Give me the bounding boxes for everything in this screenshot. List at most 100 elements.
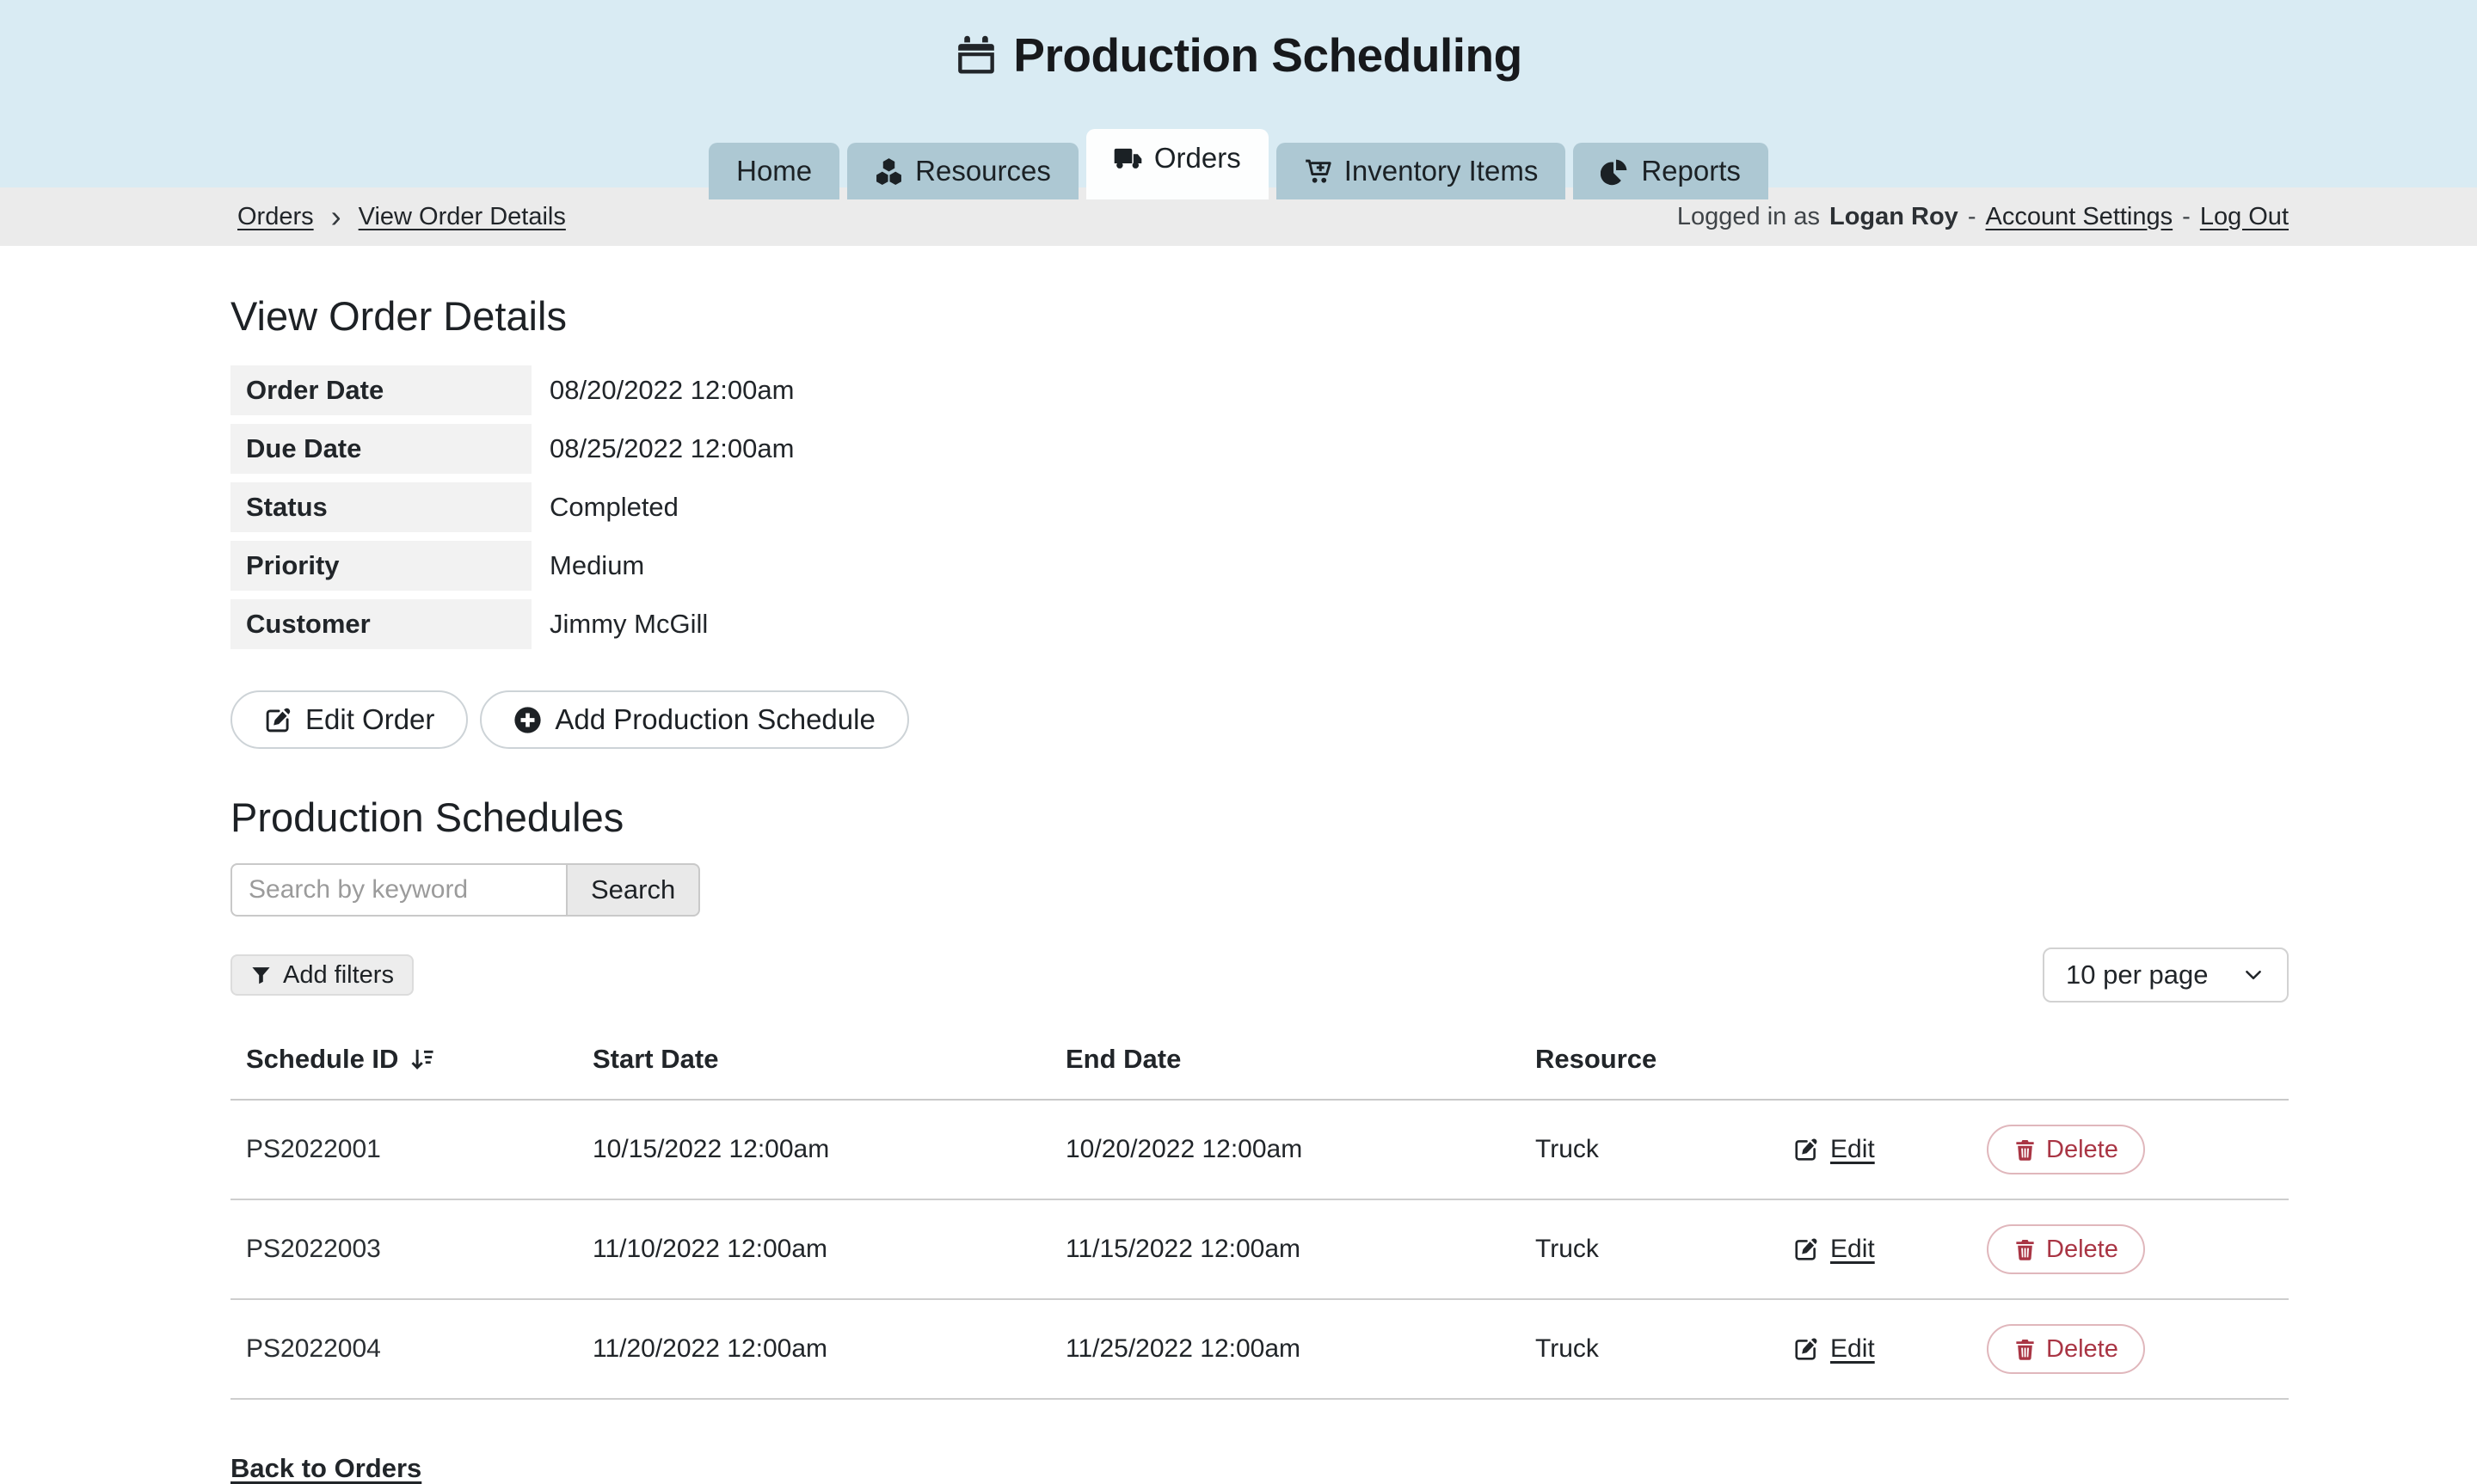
separator-dash: -: [2182, 203, 2191, 231]
per-page-value: 10 per page: [2066, 960, 2208, 990]
filter-icon: [250, 965, 272, 986]
cell-edit: Edit: [1793, 1235, 1987, 1264]
cell-start-date: 10/15/2022 12:00am: [593, 1135, 1066, 1164]
per-page-select[interactable]: 10 per page: [2043, 947, 2289, 1003]
edit-icon: [1793, 1236, 1819, 1262]
chevron-right-icon: ›: [331, 201, 341, 232]
cart-plus-icon: [1304, 157, 1332, 186]
session-info: Logged in as Logan Roy - Account Setting…: [1677, 203, 2289, 231]
delete-label: Delete: [2046, 1236, 2118, 1264]
tab-label: Home: [736, 155, 812, 187]
breadcrumb-current-link[interactable]: View Order Details: [359, 203, 566, 231]
tab-home[interactable]: Home: [709, 143, 839, 199]
tab-label: Resources: [915, 155, 1051, 187]
cell-schedule-id: PS2022004: [230, 1334, 593, 1364]
cell-end-date: 10/20/2022 12:00am: [1066, 1135, 1535, 1164]
trash-icon: [2013, 1338, 2037, 1361]
table-row-ps2022001: PS202200110/15/2022 12:00am10/20/2022 12…: [230, 1101, 2289, 1200]
tab-reports[interactable]: Reports: [1573, 143, 1768, 199]
detail-row-priority: PriorityMedium: [230, 541, 2289, 591]
tab-label: Inventory Items: [1344, 155, 1539, 187]
detail-value: Completed: [532, 482, 679, 532]
add-filters-label: Add filters: [283, 961, 394, 990]
detail-row-due-date: Due Date08/25/2022 12:00am: [230, 424, 2289, 474]
detail-row-order-date: Order Date08/20/2022 12:00am: [230, 365, 2289, 415]
edit-icon: [1793, 1336, 1819, 1362]
cell-end-date: 11/15/2022 12:00am: [1066, 1235, 1535, 1264]
edit-link[interactable]: Edit: [1830, 1235, 1875, 1264]
detail-label: Due Date: [230, 424, 532, 474]
tab-orders[interactable]: Orders: [1086, 129, 1269, 199]
delete-button[interactable]: Delete: [1987, 1324, 2145, 1374]
cell-edit: Edit: [1793, 1334, 1987, 1364]
cell-resource: Truck: [1535, 1135, 1793, 1164]
section-title-production-schedules: Production Schedules: [230, 794, 2289, 841]
delete-button[interactable]: Delete: [1987, 1224, 2145, 1274]
cell-delete: Delete: [1987, 1224, 2289, 1274]
edit-icon: [1793, 1137, 1819, 1162]
column-header-start-date: Start Date: [593, 1044, 1066, 1075]
app-title-text: Production Scheduling: [1013, 28, 1521, 83]
app-title: Production Scheduling: [0, 0, 2477, 83]
cell-edit: Edit: [1793, 1135, 1987, 1164]
cell-resource: Truck: [1535, 1334, 1793, 1364]
search-button[interactable]: Search: [566, 863, 700, 917]
app-header: Production Scheduling Home Resources Order…: [0, 0, 2477, 187]
column-header-resource: Resource: [1535, 1044, 1793, 1075]
delete-label: Delete: [2046, 1335, 2118, 1364]
breadcrumb: Orders › View Order Details: [230, 201, 566, 232]
delete-button[interactable]: Delete: [1987, 1125, 2145, 1174]
cell-delete: Delete: [1987, 1324, 2289, 1374]
cell-start-date: 11/10/2022 12:00am: [593, 1235, 1066, 1264]
detail-row-status: StatusCompleted: [230, 482, 2289, 532]
order-actions: Edit Order Add Production Schedule: [230, 690, 2289, 749]
breadcrumb-orders-link[interactable]: Orders: [237, 203, 314, 231]
chevron-down-icon: [2241, 963, 2265, 987]
detail-row-customer: CustomerJimmy McGill: [230, 599, 2289, 649]
pie-chart-icon: [1601, 157, 1629, 186]
tab-resources[interactable]: Resources: [847, 143, 1079, 199]
back-to-orders-link[interactable]: Back to Orders: [230, 1453, 421, 1484]
order-details-list: Order Date08/20/2022 12:00am Due Date08/2…: [230, 365, 2289, 649]
trash-icon: [2013, 1138, 2037, 1162]
edit-order-label: Edit Order: [305, 703, 434, 736]
column-header-schedule-id: Schedule ID: [230, 1044, 593, 1075]
log-out-link[interactable]: Log Out: [2200, 203, 2289, 231]
search-bar: Search: [230, 863, 2289, 917]
detail-value: Jimmy McGill: [532, 599, 708, 649]
detail-label: Status: [230, 482, 532, 532]
add-production-schedule-label: Add Production Schedule: [555, 703, 875, 736]
search-input[interactable]: [230, 863, 566, 917]
cell-schedule-id: PS2022003: [230, 1235, 593, 1264]
delete-label: Delete: [2046, 1136, 2118, 1164]
trash-icon: [2013, 1238, 2037, 1261]
table-body: PS202200110/15/2022 12:00am10/20/2022 12…: [230, 1101, 2289, 1400]
column-header-end-date: End Date: [1066, 1044, 1535, 1075]
main-nav: Home Resources Orders Inventory Items Report…: [0, 129, 2477, 199]
calendar-icon: [955, 34, 998, 77]
sort-desc-icon[interactable]: [409, 1046, 435, 1073]
session-prefix: Logged in as: [1677, 203, 1820, 231]
filters-row: Add filters 10 per page: [230, 947, 2289, 1003]
edit-link[interactable]: Edit: [1830, 1334, 1875, 1364]
table-row-ps2022004: PS202200411/20/2022 12:00am11/25/2022 12…: [230, 1300, 2289, 1400]
detail-value: 08/25/2022 12:00am: [532, 424, 794, 474]
add-production-schedule-button[interactable]: Add Production Schedule: [480, 690, 908, 749]
plus-circle-icon: [513, 706, 542, 734]
tab-label: Orders: [1154, 142, 1241, 175]
edit-order-button[interactable]: Edit Order: [230, 690, 468, 749]
table-row-ps2022003: PS202200311/10/2022 12:00am11/15/2022 12…: [230, 1200, 2289, 1300]
separator-dash: -: [1968, 203, 1976, 231]
account-settings-link[interactable]: Account Settings: [1986, 203, 2173, 231]
tab-label: Reports: [1641, 155, 1741, 187]
session-user: Logan Roy: [1829, 203, 1958, 231]
truck-icon: [1114, 144, 1142, 173]
cubes-icon: [875, 157, 903, 186]
detail-label: Customer: [230, 599, 532, 649]
tab-inventory-items[interactable]: Inventory Items: [1276, 143, 1566, 199]
detail-label: Priority: [230, 541, 532, 591]
schedules-table: Schedule ID Start Date End Date Resource…: [230, 1028, 2289, 1400]
page-title: View Order Details: [230, 292, 2289, 340]
add-filters-button[interactable]: Add filters: [230, 954, 414, 996]
edit-link[interactable]: Edit: [1830, 1135, 1875, 1164]
